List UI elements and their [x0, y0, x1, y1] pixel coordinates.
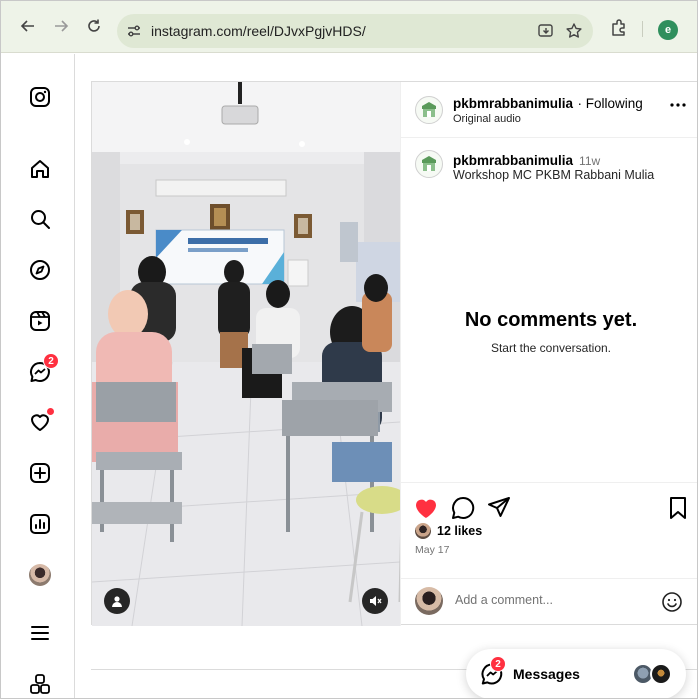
profile-avatar-icon: [29, 564, 51, 586]
home-icon: [31, 160, 49, 178]
reel-video[interactable]: [92, 82, 400, 626]
comment-input[interactable]: Add a comment...: [455, 593, 553, 607]
bookmark-star-icon[interactable]: [565, 22, 583, 40]
caption-text: Workshop MC PKBM Rabbani Mulia: [453, 168, 655, 182]
sidebar-item-explore[interactable]: [27, 257, 53, 283]
tagged-users-button[interactable]: [104, 588, 130, 614]
toolbar-divider: [642, 21, 643, 37]
back-button[interactable]: [17, 15, 39, 37]
profile-avatar[interactable]: e: [658, 20, 678, 40]
url-text[interactable]: instagram.com/reel/DJvxPgjvHDS/: [151, 23, 366, 39]
mute-button[interactable]: [362, 588, 388, 614]
search-icon: [31, 210, 50, 229]
post-container: pkbmrabbanimulia · Following Original au…: [91, 81, 697, 626]
messages-bar[interactable]: 2 Messages: [466, 649, 686, 698]
comment-box: Add a comment...: [401, 578, 697, 626]
instagram-logo-icon: [30, 87, 50, 107]
caption-avatar[interactable]: [415, 150, 443, 178]
extensions-icon[interactable]: [609, 18, 629, 38]
sidebar-item-search[interactable]: [27, 206, 53, 232]
audio-label[interactable]: Original audio: [453, 113, 521, 125]
comment-icon[interactable]: [450, 495, 476, 521]
classroom-photo: [92, 82, 400, 626]
school-logo-icon: [422, 102, 436, 117]
arrow-right-icon: [55, 20, 69, 32]
instagram-logo[interactable]: [27, 84, 53, 110]
sidebar-item-profile[interactable]: [27, 562, 53, 588]
reload-button[interactable]: [83, 15, 105, 37]
menu-icon: [31, 626, 49, 640]
likes-count[interactable]: 12 likes: [437, 524, 482, 538]
sidebar-item-dashboard[interactable]: [27, 511, 53, 537]
sidebar-item-reels[interactable]: [27, 308, 53, 334]
install-app-icon[interactable]: [537, 22, 555, 40]
caption-time: 11w: [579, 154, 601, 168]
caption-username[interactable]: pkbmrabbanimulia: [453, 153, 573, 168]
plus-square-icon: [30, 463, 50, 483]
site-settings-icon[interactable]: [125, 22, 143, 40]
no-comments-subtitle: Start the conversation.: [490, 341, 612, 355]
messages-badge: 2: [490, 656, 506, 672]
user-icon: [112, 596, 122, 607]
header-title-row: pkbmrabbanimulia · Following: [453, 95, 643, 113]
school-logo-icon: [422, 156, 436, 171]
apps-grid-icon: [30, 674, 50, 694]
more-options-icon[interactable]: [669, 102, 687, 108]
chart-icon: [30, 514, 50, 534]
save-bookmark-icon[interactable]: [665, 495, 691, 521]
speaker-muted-icon: [370, 596, 382, 606]
following-status[interactable]: · Following: [577, 96, 642, 111]
address-bar[interactable]: instagram.com/reel/DJvxPgjvHDS/: [117, 14, 593, 48]
emoji-icon[interactable]: [661, 591, 683, 613]
sidebar-item-home[interactable]: [27, 156, 53, 182]
no-comments-title: No comments yet.: [464, 309, 638, 331]
account-username[interactable]: pkbmrabbanimulia: [453, 96, 573, 111]
forward-button[interactable]: [50, 15, 72, 37]
liker-avatar: [415, 523, 431, 539]
browser-toolbar: instagram.com/reel/DJvxPgjvHDS/ e: [1, 1, 697, 53]
messages-label[interactable]: Messages: [513, 666, 580, 682]
like-heart-icon[interactable]: [413, 495, 439, 521]
share-icon[interactable]: [486, 495, 512, 521]
browser-window: instagram.com/reel/DJvxPgjvHDS/ e 2 pkbm…: [0, 0, 698, 699]
instagram-sidebar: 2: [1, 54, 75, 698]
reload-icon: [88, 19, 100, 32]
post-details-panel: pkbmrabbanimulia · Following Original au…: [400, 82, 697, 626]
sidebar-item-create[interactable]: [27, 460, 53, 486]
notification-badge: 2: [43, 353, 59, 369]
sidebar-item-also-from-meta[interactable]: [27, 671, 53, 697]
arrow-left-icon: [20, 20, 34, 32]
account-avatar[interactable]: [415, 96, 443, 124]
reels-icon: [30, 311, 50, 331]
likes-row[interactable]: 12 likes: [415, 523, 482, 539]
post-date: May 17: [415, 544, 450, 556]
sidebar-item-notifications[interactable]: [27, 408, 54, 435]
post-header: pkbmrabbanimulia · Following Original au…: [401, 82, 697, 138]
sidebar-item-more[interactable]: [27, 620, 53, 646]
notification-dot: [47, 408, 54, 415]
sidebar-item-messages[interactable]: 2: [27, 353, 59, 385]
contact-avatar: [650, 663, 672, 685]
current-user-avatar: [415, 587, 443, 615]
compass-icon: [30, 260, 50, 280]
